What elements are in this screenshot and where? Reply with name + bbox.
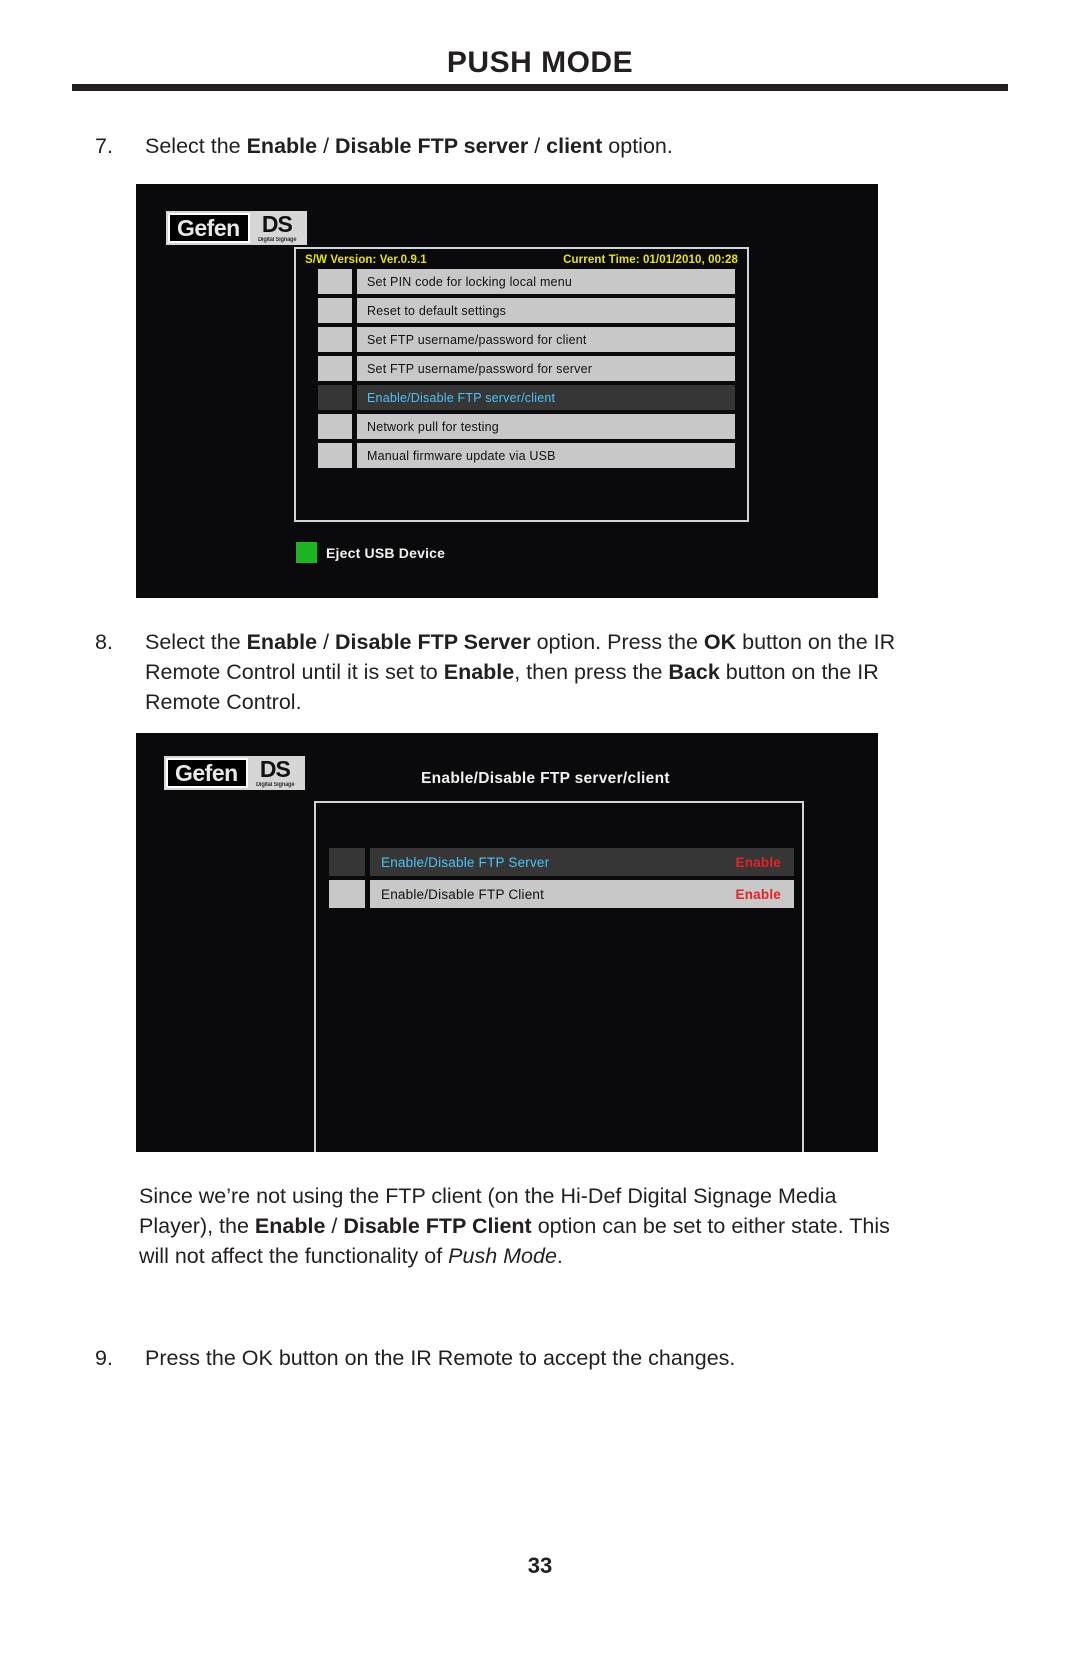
gefen-ds-logo: Gefen DS Digital Signage — [166, 211, 308, 245]
step-9-number: 9. — [95, 1346, 113, 1370]
menu-item-manual-firmware-update[interactable]: Manual firmware update via USB — [318, 443, 735, 468]
step-8-b4: Enable — [443, 660, 515, 684]
note-i1: Push Mode — [448, 1244, 557, 1268]
logo-product-block: DS Digital Signage — [249, 211, 306, 243]
step-7-b2: Disable FTP server — [335, 134, 529, 158]
menu-item-label: Manual firmware update via USB — [357, 443, 735, 468]
logo-tagline-text: Digital Signage — [255, 782, 295, 788]
menu-item-network-pull[interactable]: Network pull for testing — [318, 414, 735, 439]
step-8-t1: Select the — [145, 630, 247, 654]
step-7-b1: Enable — [246, 134, 318, 158]
header-divider — [72, 84, 1008, 91]
ftp-item-bullet-icon — [329, 848, 365, 876]
logo-brand-text: Gefen — [168, 213, 250, 243]
logo-tagline-text: Digital Signage — [257, 237, 297, 243]
step-8-b2: Disable FTP Server — [335, 630, 531, 654]
current-time-label: Current Time: 01/01/2010, 00:28 — [563, 254, 738, 266]
step-8-text: Select the Enable / Disable FTP Server o… — [145, 627, 940, 717]
step-8-number: 8. — [95, 630, 113, 654]
menu-item-enable-disable-ftp[interactable]: Enable/Disable FTP server/client — [318, 385, 735, 410]
note-b1: Enable — [254, 1214, 326, 1238]
ftp-item-value: Enable — [735, 854, 781, 870]
step-8: 8. Select the Enable / Disable FTP Serve… — [95, 627, 940, 717]
ftp-item-enable-disable-server[interactable]: Enable/Disable FTP Server Enable — [329, 848, 794, 876]
menu-item-label: Set FTP username/password for client — [357, 327, 735, 352]
logo-product-text: DS — [259, 756, 291, 782]
menu-item-label: Set PIN code for locking local menu — [357, 269, 735, 294]
software-version-label: S/W Version: Ver.0.9.1 — [305, 254, 427, 266]
menu-item-bullet-icon — [318, 327, 352, 352]
menu-item-bullet-icon — [318, 443, 352, 468]
menu-item-bullet-icon — [318, 414, 352, 439]
menu-item-bullet-icon — [318, 356, 352, 381]
step-7-b3: client — [546, 134, 603, 158]
menu-item-label: Reset to default settings — [357, 298, 735, 323]
menu-item-ftp-credentials-client[interactable]: Set FTP username/password for client — [318, 327, 735, 352]
step-7-number: 7. — [95, 134, 113, 158]
logo-product-block: DS Digital Signage — [247, 756, 304, 788]
step-7-text: Select the Enable / Disable FTP server /… — [145, 131, 935, 161]
ftp-item-bullet-icon — [329, 880, 365, 908]
ftp-settings-panel: Enable/Disable FTP Server Enable Enable/… — [314, 801, 804, 1152]
step-8-b5: Back — [668, 660, 720, 684]
local-menu-list: Set PIN code for locking local menu Rese… — [296, 269, 747, 468]
device-screenshot-ftp-settings: Gefen DS Digital Signage Enable/Disable … — [136, 733, 878, 1152]
menu-item-bullet-icon — [318, 298, 352, 323]
page-number: 33 — [527, 1553, 553, 1578]
page-title: PUSH MODE — [446, 46, 634, 79]
step-9: 9. Press the OK button on the IR Remote … — [95, 1343, 940, 1373]
ftp-item-label: Enable/Disable FTP Server — [381, 854, 550, 870]
eject-usb-device-row[interactable]: Eject USB Device — [296, 542, 445, 563]
ftp-client-note: Since we’re not using the FTP client (on… — [139, 1181, 899, 1271]
page-header: PUSH MODE — [0, 46, 1080, 80]
note-b2: Disable FTP Client — [343, 1214, 532, 1238]
menu-item-label: Enable/Disable FTP server/client — [357, 385, 735, 410]
ftp-item-value: Enable — [735, 886, 781, 902]
step-8-t2: / — [317, 630, 336, 654]
menu-item-reset-defaults[interactable]: Reset to default settings — [318, 298, 735, 323]
menu-item-bullet-icon — [318, 385, 352, 410]
step-8-t5: , then press the — [514, 660, 669, 684]
menu-item-bullet-icon — [318, 269, 352, 294]
local-menu-panel: S/W Version: Ver.0.9.1 Current Time: 01/… — [294, 247, 749, 522]
step-8-t3: option. Press the — [530, 630, 704, 654]
status-bar: S/W Version: Ver.0.9.1 Current Time: 01/… — [296, 249, 747, 269]
logo-brand-text: Gefen — [166, 758, 248, 788]
ftp-item-label: Enable/Disable FTP Client — [381, 886, 545, 902]
step-7-t3: / — [528, 134, 547, 158]
device-screenshot-local-menu: Gefen DS Digital Signage S/W Version: Ve… — [136, 184, 878, 598]
menu-item-set-pin-code[interactable]: Set PIN code for locking local menu — [318, 269, 735, 294]
note-t4: . — [556, 1244, 563, 1268]
note-t2: / — [325, 1214, 344, 1238]
menu-item-label: Network pull for testing — [357, 414, 735, 439]
ftp-settings-list: Enable/Disable FTP Server Enable Enable/… — [316, 803, 802, 908]
eject-usb-indicator-icon — [296, 542, 317, 563]
menu-item-ftp-credentials-server[interactable]: Set FTP username/password for server — [318, 356, 735, 381]
ftp-item-label-row: Enable/Disable FTP Client Enable — [370, 880, 794, 908]
menu-item-label: Set FTP username/password for server — [357, 356, 735, 381]
step-7-t4: option. — [602, 134, 673, 158]
step-7-t1: Select the — [145, 134, 247, 158]
step-7: 7. Select the Enable / Disable FTP serve… — [95, 131, 935, 161]
logo-product-text: DS — [261, 211, 293, 237]
ftp-item-label-row: Enable/Disable FTP Server Enable — [370, 848, 794, 876]
step-8-b1: Enable — [246, 630, 318, 654]
ftp-item-enable-disable-client[interactable]: Enable/Disable FTP Client Enable — [329, 880, 794, 908]
gefen-ds-logo: Gefen DS Digital Signage — [164, 756, 306, 790]
eject-usb-label: Eject USB Device — [326, 544, 446, 561]
step-7-t2: / — [317, 134, 336, 158]
ftp-screen-heading: Enable/Disable FTP server/client — [421, 770, 670, 787]
step-8-b3: OK — [703, 630, 737, 654]
step-9-text: Press the OK button on the IR Remote to … — [145, 1346, 736, 1370]
